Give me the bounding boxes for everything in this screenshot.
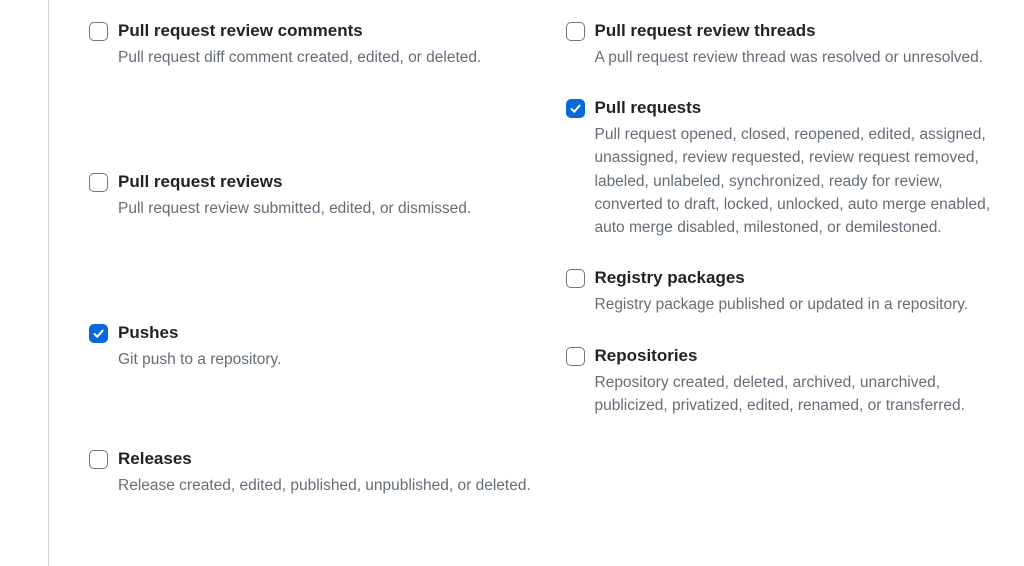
event-description: Repository created, deleted, archived, u… bbox=[595, 371, 1013, 418]
event-content: Pushes Git push to a repository. bbox=[118, 322, 536, 371]
event-description: Pull request diff comment created, edite… bbox=[118, 46, 536, 69]
event-content: Registry packages Registry package publis… bbox=[595, 267, 1013, 316]
spacer bbox=[89, 248, 548, 322]
event-content: Pull request reviews Pull request review … bbox=[118, 171, 536, 220]
event-item-releases: Releases Release created, edited, publish… bbox=[89, 448, 548, 497]
checkbox-pull-request-review-comments[interactable] bbox=[89, 22, 108, 41]
checkbox-pull-requests[interactable] bbox=[566, 99, 585, 118]
event-content: Releases Release created, edited, publish… bbox=[118, 448, 536, 497]
event-item-pull-request-review-threads: Pull request review threads A pull reques… bbox=[566, 20, 1024, 69]
event-title: Pushes bbox=[118, 322, 536, 345]
checkbox-pushes[interactable] bbox=[89, 324, 108, 343]
event-title: Pull requests bbox=[595, 97, 1013, 120]
event-title: Pull request review comments bbox=[118, 20, 536, 43]
checkbox-pull-request-review-threads[interactable] bbox=[566, 22, 585, 41]
event-description: Pull request opened, closed, reopened, e… bbox=[595, 123, 1013, 239]
event-content: Pull request review threads A pull reques… bbox=[595, 20, 1013, 69]
left-column: Pull request review comments Pull request… bbox=[89, 20, 548, 566]
webhook-events-panel: Pull request review comments Pull request… bbox=[48, 0, 1024, 566]
event-title: Registry packages bbox=[595, 267, 1013, 290]
event-title: Pull request reviews bbox=[118, 171, 536, 194]
event-title: Pull request review threads bbox=[595, 20, 1013, 43]
event-description: Pull request review submitted, edited, o… bbox=[118, 197, 536, 220]
event-item-pull-request-reviews: Pull request reviews Pull request review … bbox=[89, 171, 548, 220]
checkbox-registry-packages[interactable] bbox=[566, 269, 585, 288]
event-item-pull-requests: Pull requests Pull request opened, closed… bbox=[566, 97, 1024, 239]
checkbox-repositories[interactable] bbox=[566, 347, 585, 366]
event-item-pushes: Pushes Git push to a repository. bbox=[89, 322, 548, 371]
event-description: A pull request review thread was resolve… bbox=[595, 46, 1013, 69]
event-description: Release created, edited, published, unpu… bbox=[118, 474, 536, 497]
spacer bbox=[89, 400, 548, 448]
event-item-pull-request-review-comments: Pull request review comments Pull request… bbox=[89, 20, 548, 69]
event-content: Pull request review comments Pull request… bbox=[118, 20, 536, 69]
event-description: Registry package published or updated in… bbox=[595, 293, 1013, 316]
event-item-registry-packages: Registry packages Registry package publis… bbox=[566, 267, 1024, 316]
event-title: Repositories bbox=[595, 345, 1013, 368]
spacer bbox=[89, 97, 548, 171]
right-column: Pull request review threads A pull reques… bbox=[566, 20, 1024, 566]
event-item-repositories: Repositories Repository created, deleted,… bbox=[566, 345, 1024, 417]
event-content: Pull requests Pull request opened, closed… bbox=[595, 97, 1013, 239]
event-title: Releases bbox=[118, 448, 536, 471]
checkbox-pull-request-reviews[interactable] bbox=[89, 173, 108, 192]
event-content: Repositories Repository created, deleted,… bbox=[595, 345, 1013, 417]
checkbox-releases[interactable] bbox=[89, 450, 108, 469]
event-description: Git push to a repository. bbox=[118, 348, 536, 371]
